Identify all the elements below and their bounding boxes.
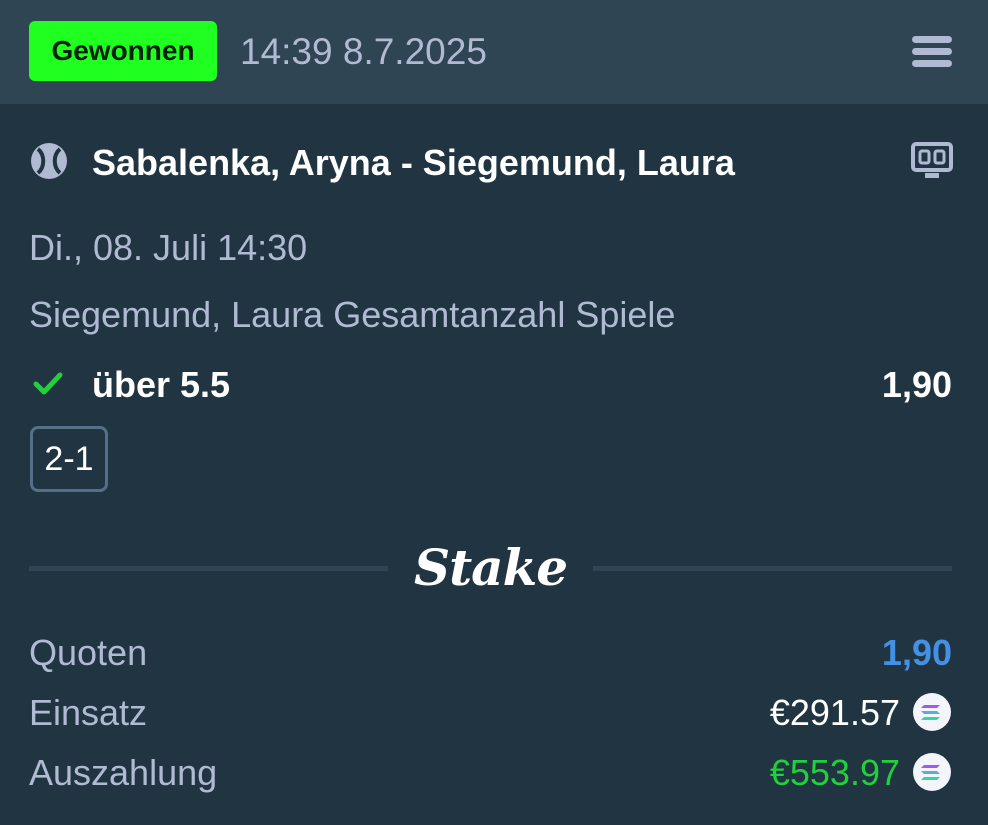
- market-name: Siegemund, Laura Gesamtanzahl Spiele: [29, 294, 676, 335]
- payout-label: Auszahlung: [29, 752, 218, 793]
- bet-timestamp: 14:39 8.7.2025: [240, 31, 487, 72]
- selection-odds: 1,90: [881, 364, 952, 405]
- stake-label: Einsatz: [29, 692, 148, 733]
- payout-value: €553.97: [769, 752, 900, 793]
- menu-icon[interactable]: [912, 36, 952, 68]
- stake-value: €291.57: [769, 692, 900, 733]
- status-badge: Gewonnen: [29, 21, 217, 81]
- divider-left: [29, 566, 388, 571]
- selection-label: über 5.5: [92, 364, 231, 405]
- match-title[interactable]: Sabalenka, Aryna - Siegemund, Laura: [92, 140, 735, 186]
- solana-coin-icon: [913, 693, 951, 731]
- solana-coin-icon: [913, 753, 951, 791]
- tennis-ball-icon: [31, 143, 67, 179]
- odds-label: Quoten: [29, 632, 148, 673]
- scoreboard-icon[interactable]: [911, 142, 953, 180]
- check-icon: [33, 372, 63, 395]
- divider-right: [593, 566, 952, 571]
- stake-logo: Stake: [413, 538, 568, 597]
- odds-value: 1,90: [881, 632, 952, 673]
- event-date: Di., 08. Juli 14:30: [29, 227, 308, 268]
- bet-header: Gewonnen 14:39 8.7.2025: [0, 0, 988, 104]
- score-box: 2-1: [30, 426, 108, 492]
